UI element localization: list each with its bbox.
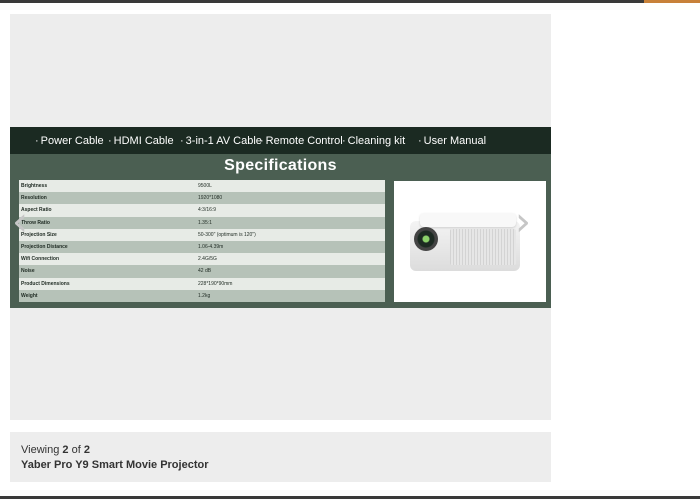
spec-value: 50-300" (optimum is 120") [196,228,385,241]
spec-value: 228*190*90mm [196,277,385,290]
chevron-right-icon[interactable]: › [515,202,531,242]
slide-image: Power Cable HDMI Cable 3-in-1 AV Cable R… [10,127,551,308]
accessory-av-cable: 3-in-1 AV Cable [180,135,262,147]
lightbox-viewer: Power Cable HDMI Cable 3-in-1 AV Cable R… [10,14,551,420]
product-title: Yaber Pro Y9 Smart Movie Projector [21,459,209,471]
accessory-cleaning-kit: Cleaning kit [342,135,405,147]
table-row: Throw Ratio 1.35:1 [19,216,385,229]
specifications-title: Specifications [224,157,337,174]
accessory-power-cable: Power Cable [35,135,104,147]
spec-name: Projection Size [19,228,196,241]
accessory-remote-control: Remote Control [260,135,343,147]
spec-name: Projection Distance [19,240,196,254]
projector-top [420,213,516,227]
spec-name: Noise [19,265,196,278]
accessory-hdmi-cable: HDMI Cable [108,135,174,147]
spec-value: 1.35:1 [196,216,385,229]
table-row: Aspect Ratio 4:3/16:9 [19,204,385,217]
current-index: 2 [62,444,69,456]
accessory-user-manual: User Manual [418,135,486,147]
accessories-strip: Power Cable HDMI Cable 3-in-1 AV Cable R… [10,127,551,154]
table-row: Projection Distance 1.06-4.39m [19,240,385,254]
table-row: Resolution 1920*1080 [19,192,385,205]
chevron-left-icon[interactable]: ‹ [12,202,28,242]
spec-value: 1.2kg [196,289,385,302]
spec-value: 2.4G/5G [196,253,385,266]
total-count: 2 [83,444,90,456]
table-row: Noise 42 dB [19,265,385,278]
viewing-counter: Viewing 2 of 2 [21,444,90,456]
spec-name: Aspect Ratio [19,204,196,217]
table-row: Wifi Connection 2.4G/5G [19,253,385,266]
caption-panel: Viewing 2 of 2 Yaber Pro Y9 Smart Movie … [10,432,551,482]
table-row: Weight 1.2kg [19,289,385,302]
spec-name: Weight [19,289,196,302]
spec-name: Wifi Connection [19,253,196,266]
spec-name: Resolution [19,192,196,205]
table-row: Projection Size 50-300" (optimum is 120") [19,228,385,241]
projector-grille [450,229,516,265]
spec-name: Brightness [19,180,196,193]
window-top-bar [0,0,700,3]
viewing-prefix: Viewing [21,444,60,456]
spec-value: 1.06-4.39m [196,240,385,254]
table-row: Product Dimensions 228*190*90mm [19,277,385,290]
spec-value: 4:3/16:9 [196,204,385,217]
spec-value: 9500L [196,180,385,193]
spec-name: Throw Ratio [19,216,196,229]
specifications-table: Brightness 9500L Resolution 1920*1080 Aspe… [19,180,385,302]
table-row: Brightness 9500L [19,180,385,193]
spec-value: 1920*1080 [196,192,385,205]
spec-name: Product Dimensions [19,277,196,290]
projector-lens [414,227,438,251]
top-accent [644,0,700,3]
spec-value: 42 dB [196,265,385,278]
of-text: of [71,444,81,456]
